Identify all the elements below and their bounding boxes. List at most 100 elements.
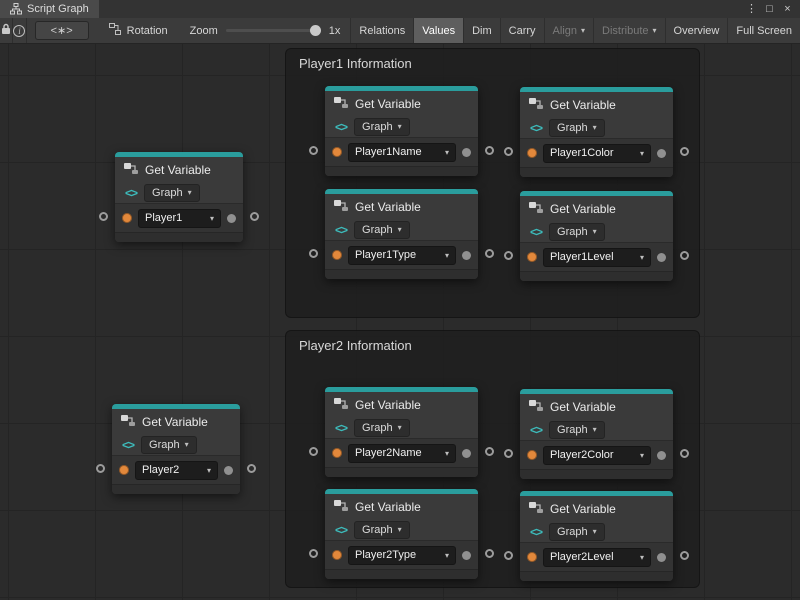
close-icon[interactable]: × <box>780 1 795 17</box>
variable-name-dropdown[interactable]: Player2Name ▾ <box>348 444 456 463</box>
external-output-port[interactable] <box>250 212 259 221</box>
value-output-port[interactable] <box>657 149 666 158</box>
name-input-port[interactable] <box>332 147 342 157</box>
value-output-port[interactable] <box>462 551 471 560</box>
toolbar-button-overview[interactable]: Overview <box>665 18 728 43</box>
kebab-menu-icon[interactable]: ⋮ <box>744 1 759 17</box>
node-get-variable-player1name[interactable]: Get Variable <> Graph ▾ Player1Name ▾ <box>325 86 478 176</box>
external-input-port[interactable] <box>504 551 513 560</box>
variable-kind-dropdown[interactable]: Graph ▾ <box>144 184 200 202</box>
external-output-port[interactable] <box>680 449 689 458</box>
value-output-port[interactable] <box>657 253 666 262</box>
zoom-slider[interactable] <box>226 29 321 32</box>
info-button[interactable]: i <box>13 18 26 43</box>
name-input-port[interactable] <box>527 252 537 262</box>
variable-name-dropdown[interactable]: Player2Color ▾ <box>543 446 651 465</box>
variable-kind-dropdown[interactable]: Graph ▾ <box>354 521 410 539</box>
variable-kind-dropdown[interactable]: Graph ▾ <box>549 119 605 137</box>
toolbar-button-dim[interactable]: Dim <box>463 18 500 43</box>
variable-kind-dropdown[interactable]: Graph ▾ <box>354 221 410 239</box>
variable-name-dropdown[interactable]: Player2Type ▾ <box>348 546 456 565</box>
variable-name-label: Player2Name <box>355 447 422 460</box>
external-input-port[interactable] <box>99 212 108 221</box>
external-output-port[interactable] <box>680 251 689 260</box>
external-output-port[interactable] <box>680 147 689 156</box>
node-footer <box>325 269 478 279</box>
group-title[interactable]: Player2 Information <box>286 331 699 360</box>
node-get-variable-player1level[interactable]: Get Variable <> Graph ▾ Player1Level ▾ <box>520 191 673 281</box>
name-input-port[interactable] <box>332 250 342 260</box>
node-get-variable-player2color[interactable]: Get Variable <> Graph ▾ Player2Color ▾ <box>520 389 673 479</box>
name-input-port[interactable] <box>527 552 537 562</box>
external-output-port[interactable] <box>485 146 494 155</box>
node-footer <box>520 271 673 281</box>
external-input-port[interactable] <box>309 249 318 258</box>
external-input-port[interactable] <box>309 447 318 456</box>
variable-name-dropdown[interactable]: Player1 ▾ <box>138 209 221 228</box>
node-get-variable-player1[interactable]: Get Variable <> Graph ▾ Player1 ▾ <box>115 152 243 242</box>
external-input-port[interactable] <box>504 449 513 458</box>
group-title[interactable]: Player1 Information <box>286 49 699 78</box>
toolbar-button-distribute[interactable]: Distribute ▾ <box>593 18 664 43</box>
chevron-down-icon: ▾ <box>210 212 214 225</box>
name-input-port[interactable] <box>119 465 129 475</box>
toolbar-button-relations[interactable]: Relations <box>350 18 413 43</box>
zoom-slider-knob[interactable] <box>310 25 321 36</box>
name-input-port[interactable] <box>332 448 342 458</box>
node-get-variable-player1color[interactable]: Get Variable <> Graph ▾ Player1Color ▾ <box>520 87 673 177</box>
variable-name-dropdown[interactable]: Player2 ▾ <box>135 461 218 480</box>
chevron-down-icon: ▾ <box>445 447 449 460</box>
value-output-port[interactable] <box>462 148 471 157</box>
node-get-variable-player2level[interactable]: Get Variable <> Graph ▾ Player2Level ▾ <box>520 491 673 581</box>
toolbar-button-fullscreen[interactable]: Full Screen <box>727 18 800 43</box>
variable-name-dropdown[interactable]: Player2Level ▾ <box>543 548 651 567</box>
name-input-port[interactable] <box>527 450 537 460</box>
name-input-port[interactable] <box>332 550 342 560</box>
variable-name-dropdown[interactable]: Player1Name ▾ <box>348 143 456 162</box>
external-output-port[interactable] <box>247 464 256 473</box>
value-output-port[interactable] <box>462 251 471 260</box>
value-output-port[interactable] <box>227 214 236 223</box>
variable-name-dropdown[interactable]: Player1Type ▾ <box>348 246 456 265</box>
value-output-port[interactable] <box>462 449 471 458</box>
variable-kind-dropdown[interactable]: Graph ▾ <box>141 436 197 454</box>
node-get-variable-player2type[interactable]: Get Variable <> Graph ▾ Player2Type ▾ <box>325 489 478 579</box>
lock-button[interactable] <box>0 18 13 43</box>
variable-kind-dropdown[interactable]: Graph ▾ <box>354 419 410 437</box>
variable-name-dropdown[interactable]: Player1Level ▾ <box>543 248 651 267</box>
node-body: Player2 ▾ <box>112 455 240 484</box>
breadcrumb[interactable]: Rotation <box>97 18 180 43</box>
zoom-value: 1x <box>329 25 341 37</box>
node-get-variable-player2name[interactable]: Get Variable <> Graph ▾ Player2Name ▾ <box>325 387 478 477</box>
external-input-port[interactable] <box>309 146 318 155</box>
value-output-port[interactable] <box>657 553 666 562</box>
variable-kind-dropdown[interactable]: Graph ▾ <box>549 421 605 439</box>
toolbar-button-values[interactable]: Values <box>413 18 463 43</box>
value-output-port[interactable] <box>224 466 233 475</box>
code-preview-toggle-button[interactable]: <∗> <box>35 21 89 40</box>
value-output-port[interactable] <box>657 451 666 460</box>
name-input-port[interactable] <box>122 213 132 223</box>
node-get-variable-player2[interactable]: Get Variable <> Graph ▾ Player2 ▾ <box>112 404 240 494</box>
node-get-variable-player1type[interactable]: Get Variable <> Graph ▾ Player1Type ▾ <box>325 189 478 279</box>
graph-tab[interactable]: Script Graph <box>0 0 99 18</box>
toolbar-button-carry[interactable]: Carry <box>500 18 544 43</box>
variable-kind-dropdown[interactable]: Graph ▾ <box>549 523 605 541</box>
maximize-icon[interactable]: □ <box>762 1 777 17</box>
zoom-control: Zoom 1x <box>180 18 351 43</box>
external-output-port[interactable] <box>485 447 494 456</box>
external-output-port[interactable] <box>680 551 689 560</box>
external-input-port[interactable] <box>309 549 318 558</box>
variable-kind-dropdown[interactable]: Graph ▾ <box>549 223 605 241</box>
node-title: Get Variable <box>355 500 421 514</box>
variable-name-dropdown[interactable]: Player1Color ▾ <box>543 144 651 163</box>
external-input-port[interactable] <box>504 147 513 156</box>
node-title: Get Variable <box>550 502 616 516</box>
name-input-port[interactable] <box>527 148 537 158</box>
toolbar-button-align[interactable]: Align ▾ <box>544 18 593 43</box>
external-input-port[interactable] <box>96 464 105 473</box>
variable-kind-dropdown[interactable]: Graph ▾ <box>354 118 410 136</box>
external-input-port[interactable] <box>504 251 513 260</box>
external-output-port[interactable] <box>485 249 494 258</box>
external-output-port[interactable] <box>485 549 494 558</box>
